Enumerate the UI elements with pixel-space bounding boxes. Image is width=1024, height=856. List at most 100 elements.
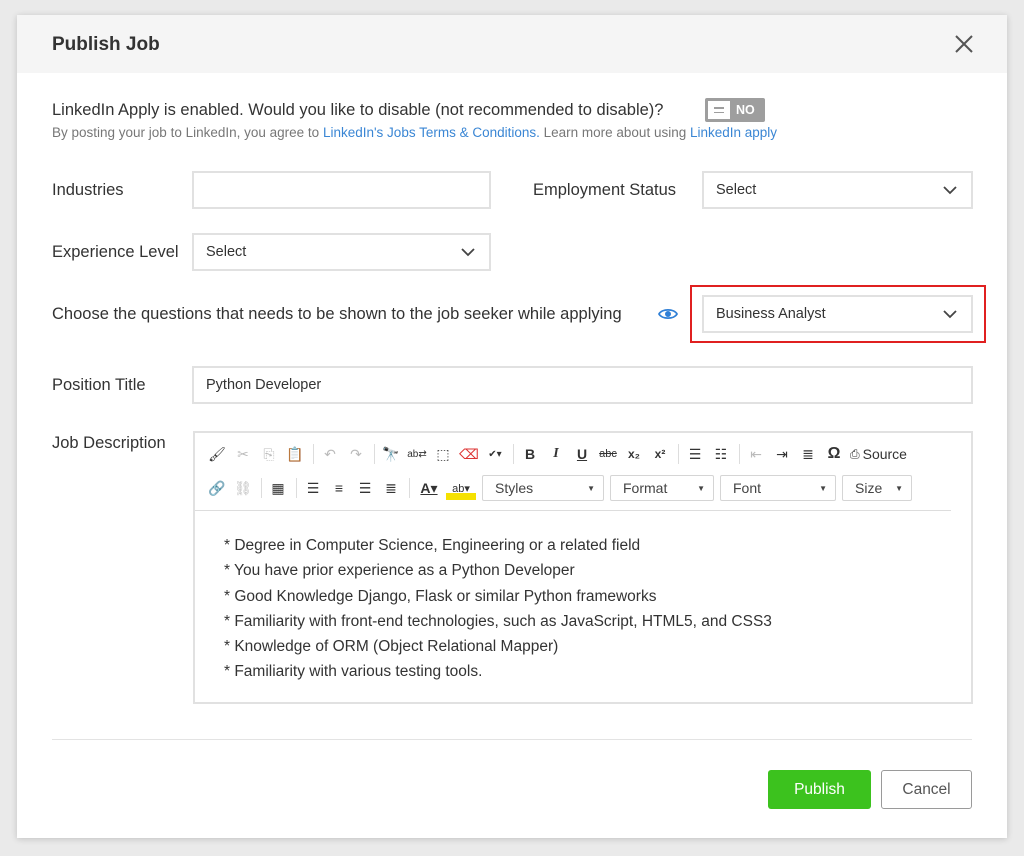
- format-dropdown[interactable]: Format ▼: [610, 475, 714, 501]
- special-char-icon[interactable]: Ω: [822, 442, 846, 466]
- toolbar-separator: [313, 444, 314, 464]
- replace-icon[interactable]: ab⇄: [405, 442, 429, 466]
- industries-input[interactable]: [192, 171, 491, 209]
- linkedin-apply-link[interactable]: LinkedIn apply: [690, 125, 777, 140]
- unlink-icon[interactable]: ⛓: [231, 476, 255, 500]
- styles-label: Styles: [495, 480, 534, 496]
- find-icon[interactable]: 🔭: [379, 442, 403, 466]
- job-description-label: Job Description: [52, 434, 166, 452]
- employment-status-label: Employment Status: [533, 181, 677, 199]
- questions-label: Choose the questions that needs to be sh…: [52, 305, 622, 323]
- toggle-knob-icon: [708, 101, 730, 119]
- size-dropdown[interactable]: Size ▼: [842, 475, 912, 501]
- underline-button[interactable]: U: [570, 442, 594, 466]
- rich-text-editor: 🖌 ✂ ⎘ 📋 ↶ ↷ 🔭 ab⇄ ⬚ ⌫ ✔▾ B I U abc x₂ x²…: [193, 431, 973, 704]
- editor-toolbar-row-1: 🖌 ✂ ⎘ 📋 ↶ ↷ 🔭 ab⇄ ⬚ ⌫ ✔▾ B I U abc x₂ x²…: [205, 440, 911, 468]
- superscript-icon[interactable]: x²: [648, 442, 672, 466]
- spellcheck-icon[interactable]: ✔▾: [483, 442, 507, 466]
- experience-level-value: Select: [206, 244, 247, 260]
- bulleted-list-icon[interactable]: ☷: [709, 442, 733, 466]
- linkedin-terms-link[interactable]: LinkedIn's Jobs Terms & Conditions.: [323, 125, 540, 140]
- terms-middle: Learn more about using: [539, 125, 690, 140]
- bold-button[interactable]: B: [518, 442, 542, 466]
- align-right-icon[interactable]: ☰: [353, 476, 377, 500]
- chevron-down-icon: [461, 247, 475, 256]
- industries-label: Industries: [52, 181, 124, 199]
- editor-content[interactable]: * Degree in Computer Science, Engineerin…: [224, 533, 772, 685]
- description-line: * Familiarity with various testing tools…: [224, 663, 483, 681]
- toolbar-separator: [296, 478, 297, 498]
- linkedin-apply-question: LinkedIn Apply is enabled. Would you lik…: [52, 101, 664, 119]
- size-label: Size: [855, 480, 883, 496]
- linkedin-terms-text: By posting your job to LinkedIn, you agr…: [52, 125, 777, 140]
- footer-divider: [52, 739, 972, 740]
- eye-icon[interactable]: [658, 307, 678, 321]
- caret-down-icon: ▼: [895, 483, 903, 493]
- outdent-icon[interactable]: ⇤: [744, 442, 768, 466]
- toolbar-divider: [195, 510, 951, 511]
- format-label: Format: [623, 480, 668, 496]
- select-all-icon[interactable]: ⬚: [431, 442, 455, 466]
- description-line: * Good Knowledge Django, Flask or simila…: [224, 587, 657, 605]
- modal-title: Publish Job: [52, 34, 160, 55]
- paste-icon[interactable]: 📋: [283, 442, 307, 466]
- description-line: * Knowledge of ORM (Object Relational Ma…: [224, 638, 559, 656]
- experience-level-select[interactable]: Select: [192, 233, 491, 271]
- redo-icon[interactable]: ↷: [344, 442, 368, 466]
- caret-down-icon: ▼: [587, 483, 595, 493]
- employment-status-select[interactable]: Select: [702, 171, 973, 209]
- align-center-icon[interactable]: ≡: [327, 476, 351, 500]
- highlight-color-icon[interactable]: ab▾: [446, 476, 476, 500]
- styles-dropdown[interactable]: Styles ▼: [482, 475, 604, 501]
- strikethrough-button[interactable]: abc: [596, 442, 620, 466]
- font-dropdown[interactable]: Font ▼: [720, 475, 836, 501]
- modal-header: Publish Job: [17, 15, 1007, 73]
- caret-down-icon: ▼: [819, 483, 827, 493]
- cancel-button[interactable]: Cancel: [881, 770, 972, 809]
- source-label: Source: [862, 446, 907, 462]
- line-height-icon[interactable]: ≣: [796, 442, 820, 466]
- terms-prefix: By posting your job to LinkedIn, you agr…: [52, 125, 323, 140]
- text-color-icon[interactable]: A▾: [414, 476, 444, 500]
- linkedin-apply-toggle[interactable]: NO: [705, 98, 765, 122]
- paint-brush-icon[interactable]: 🖌: [205, 442, 229, 466]
- description-line: * Degree in Computer Science, Engineerin…: [224, 537, 641, 554]
- remove-format-icon[interactable]: ⌫: [457, 442, 481, 466]
- toolbar-separator: [513, 444, 514, 464]
- editor-toolbar-row-2: 🔗 ⛓ ▦ ☰ ≡ ☰ ≣ A▾ ab▾ Styles ▼ Format ▼ F…: [205, 474, 918, 502]
- toolbar-separator: [374, 444, 375, 464]
- toolbar-separator: [739, 444, 740, 464]
- cut-icon[interactable]: ✂: [231, 442, 255, 466]
- link-icon[interactable]: 🔗: [205, 476, 229, 500]
- caret-down-icon: ▼: [697, 483, 705, 493]
- undo-icon[interactable]: ↶: [318, 442, 342, 466]
- toolbar-separator: [409, 478, 410, 498]
- numbered-list-icon[interactable]: ☰: [683, 442, 707, 466]
- align-left-icon[interactable]: ☰: [301, 476, 325, 500]
- experience-level-label: Experience Level: [52, 243, 179, 261]
- questions-select[interactable]: Business Analyst: [702, 295, 973, 333]
- chevron-down-icon: [943, 185, 957, 194]
- questions-value: Business Analyst: [716, 306, 826, 322]
- source-button[interactable]: ⎙ Source: [848, 442, 909, 466]
- description-line: * You have prior experience as a Python …: [224, 562, 575, 580]
- italic-button[interactable]: I: [544, 442, 568, 466]
- table-icon[interactable]: ▦: [266, 476, 290, 500]
- copy-icon[interactable]: ⎘: [257, 442, 281, 466]
- position-title-input[interactable]: Python Developer: [192, 366, 973, 404]
- description-line: * Familiarity with front-end technologie…: [224, 612, 772, 630]
- position-title-label: Position Title: [52, 376, 146, 394]
- indent-icon[interactable]: ⇥: [770, 442, 794, 466]
- font-label: Font: [733, 480, 762, 496]
- close-icon[interactable]: [954, 34, 974, 54]
- chevron-down-icon: [943, 309, 957, 318]
- toggle-label: NO: [736, 103, 755, 117]
- employment-status-value: Select: [716, 182, 757, 198]
- toolbar-separator: [261, 478, 262, 498]
- toolbar-separator: [678, 444, 679, 464]
- subscript-icon[interactable]: x₂: [622, 442, 646, 466]
- source-icon: ⎙: [850, 446, 860, 461]
- align-justify-icon[interactable]: ≣: [379, 476, 403, 500]
- publish-button[interactable]: Publish: [768, 770, 871, 809]
- publish-job-modal: Publish Job LinkedIn Apply is enabled. W…: [17, 15, 1007, 838]
